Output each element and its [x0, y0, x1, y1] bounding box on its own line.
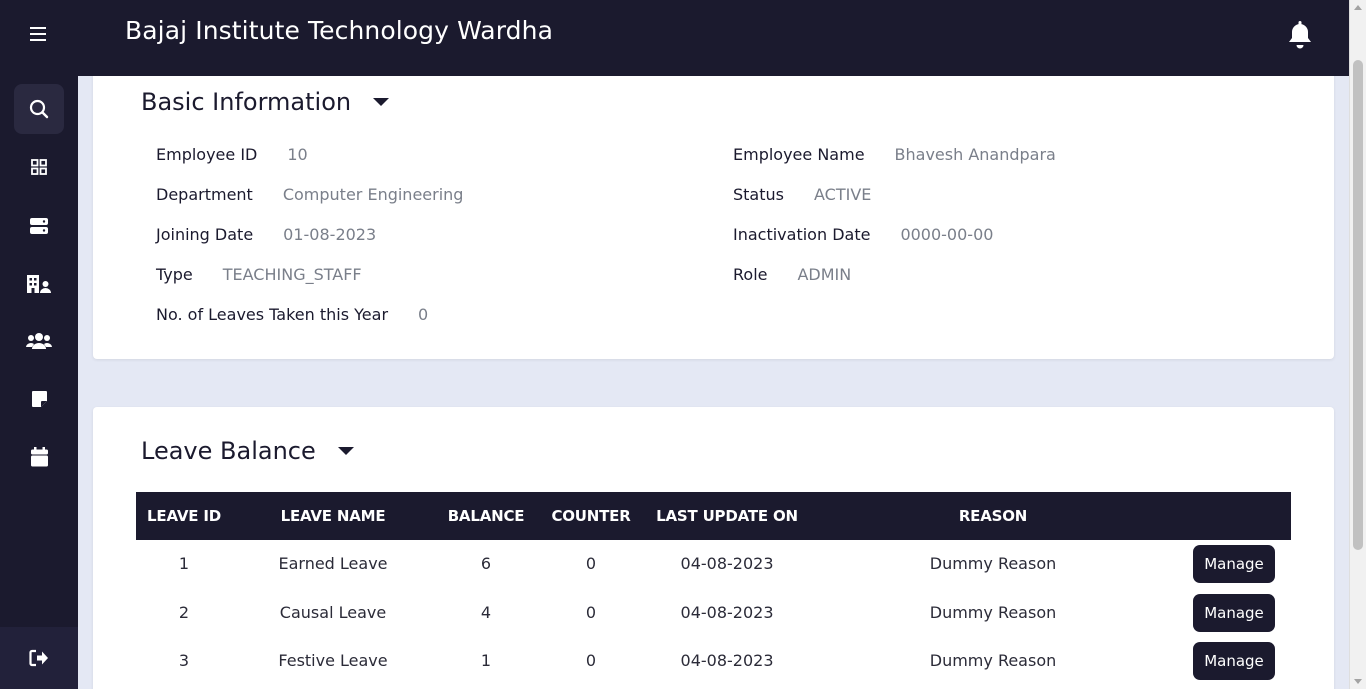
basic-information-card: Basic Information Employee ID 10 Departme… [93, 60, 1334, 359]
leave-name-cell: Festive Leave [278, 651, 388, 670]
column-header-balance: BALANCE [447, 507, 525, 525]
sidebar [0, 0, 78, 689]
table-row: 3 Festive Leave 1 0 04-08-2023 Dummy Rea… [136, 637, 1291, 686]
leaves-taken-value: 0 [418, 305, 429, 324]
manage-button[interactable]: Manage [1193, 593, 1275, 632]
status-value: ACTIVE [813, 185, 872, 204]
calendar-icon [30, 447, 48, 467]
users-icon [26, 333, 52, 349]
manage-button[interactable]: Manage [1193, 545, 1275, 583]
server-icon [30, 218, 48, 234]
employee-id-value: 10 [287, 145, 308, 164]
sidebar-item-search[interactable] [14, 84, 64, 134]
building-user-icon [27, 275, 51, 293]
caret-down-icon [337, 447, 354, 455]
bell-icon [1289, 21, 1311, 49]
sidebar-item-department[interactable] [14, 259, 64, 309]
joining-date-field: Joining Date 01-08-2023 [156, 225, 377, 244]
inactivation-date-value: 0000-00-00 [900, 225, 994, 244]
counter-cell: 0 [585, 651, 597, 670]
department-value: Computer Engineering [282, 185, 464, 204]
table-row: 2 Causal Leave 4 0 04-08-2023 Dummy Reas… [136, 589, 1291, 638]
employee-id-field: Employee ID 10 [156, 145, 308, 164]
leave-balance-table: LEAVE ID LEAVE NAME BALANCE COUNTER LAST… [136, 492, 1291, 686]
employee-name-value: Bhavesh Anandpara [894, 145, 1056, 164]
department-field: Department Computer Engineering [156, 185, 464, 204]
notifications-button[interactable] [1287, 20, 1313, 54]
manage-button[interactable]: Manage [1193, 642, 1275, 680]
counter-cell: 0 [585, 602, 597, 622]
type-field: Type TEACHING_STAFF [156, 265, 362, 284]
scrollbar-thumb[interactable] [1353, 60, 1363, 550]
sidebar-item-notes[interactable] [14, 374, 64, 424]
last-update-cell: 04-08-2023 [680, 602, 774, 622]
logout-button[interactable] [0, 627, 78, 689]
reason-cell: Dummy Reason [929, 602, 1057, 622]
basic-information-header[interactable]: Basic Information [141, 88, 390, 116]
logout-icon [29, 649, 48, 667]
inactivation-date-field: Inactivation Date 0000-00-00 [733, 225, 994, 244]
leave-name-cell: Earned Leave [278, 554, 388, 573]
leaves-taken-field: No. of Leaves Taken this Year 0 [156, 305, 429, 324]
table-header: LEAVE ID LEAVE NAME BALANCE COUNTER LAST… [136, 492, 1291, 540]
joining-date-value: 01-08-2023 [283, 225, 377, 244]
counter-cell: 0 [585, 554, 597, 573]
sidebar-item-calendar[interactable] [14, 432, 64, 482]
role-field: Role ADMIN [733, 265, 852, 284]
last-update-cell: 04-08-2023 [680, 554, 774, 573]
sidebar-item-users[interactable] [14, 316, 64, 366]
balance-cell: 1 [480, 651, 492, 670]
leave-name-cell: Causal Leave [279, 602, 387, 622]
balance-cell: 6 [480, 554, 492, 573]
leave-id-cell: 3 [178, 651, 190, 670]
sidebar-item-server[interactable] [14, 201, 64, 251]
balance-cell: 4 [480, 602, 492, 622]
role-value: ADMIN [797, 265, 852, 284]
column-header-reason: REASON [958, 507, 1028, 525]
column-header-counter: COUNTER [551, 507, 631, 525]
scroll-down-arrow-icon[interactable] [1354, 679, 1362, 684]
column-header-last-update: LAST UPDATE ON [656, 507, 798, 525]
menu-toggle-button[interactable] [14, 9, 64, 59]
reason-cell: Dummy Reason [929, 554, 1057, 573]
employee-name-field: Employee Name Bhavesh Anandpara [733, 145, 1056, 164]
dashboard-grid-icon [31, 159, 47, 175]
leave-balance-card: Leave Balance LEAVE ID LEAVE NAME BALANC… [93, 407, 1334, 689]
column-header-leave-id: LEAVE ID [147, 507, 221, 525]
status-field: Status ACTIVE [733, 185, 872, 204]
section-title: Leave Balance [141, 437, 316, 465]
leave-id-cell: 1 [178, 554, 190, 573]
note-icon [32, 391, 47, 407]
reason-cell: Dummy Reason [929, 651, 1057, 670]
section-title: Basic Information [141, 88, 352, 116]
column-header-leave-name: LEAVE NAME [280, 507, 386, 525]
app-title: Bajaj Institute Technology Wardha [125, 16, 553, 45]
scroll-up-arrow-icon[interactable] [1354, 5, 1362, 10]
top-bar: Bajaj Institute Technology Wardha [78, 0, 1349, 76]
leave-id-cell: 2 [178, 602, 190, 622]
table-row: 1 Earned Leave 6 0 04-08-2023 Dummy Reas… [136, 540, 1291, 589]
leave-balance-header[interactable]: Leave Balance [141, 437, 354, 465]
search-icon [29, 99, 49, 119]
type-value: TEACHING_STAFF [222, 265, 362, 284]
page-scrollbar[interactable] [1349, 0, 1366, 689]
sidebar-item-dashboard[interactable] [14, 142, 64, 192]
menu-icon [30, 27, 46, 41]
caret-down-icon [373, 98, 390, 106]
last-update-cell: 04-08-2023 [680, 651, 774, 670]
